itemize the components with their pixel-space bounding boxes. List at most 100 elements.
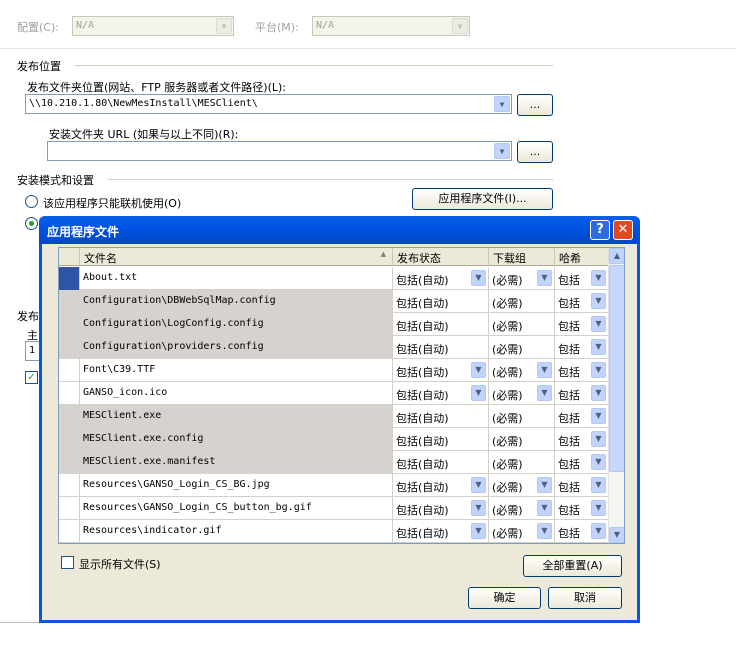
file-name-cell[interactable]: Configuration\LogConfig.config: [80, 313, 393, 336]
file-name-cell[interactable]: Font\C39.TTF: [80, 359, 393, 382]
help-button[interactable]: ?: [590, 220, 610, 240]
chevron-down-icon[interactable]: ▼: [471, 270, 486, 286]
download-group-cell[interactable]: (必需): [489, 405, 555, 428]
scroll-thumb[interactable]: [609, 265, 624, 472]
publish-status-cell[interactable]: 包括(自动): [393, 405, 489, 428]
table-row[interactable]: About.txt 包括(自动) ▼ (必需) ▼ 包括 ▼: [59, 267, 609, 290]
chevron-down-icon[interactable]: ▼: [471, 362, 486, 378]
table-row[interactable]: MESClient.exe.config 包括(自动) (必需) 包括 ▼: [59, 428, 609, 451]
publish-status-cell[interactable]: 包括(自动) ▼: [393, 520, 489, 543]
column-header-group[interactable]: 下载组: [489, 248, 555, 266]
chevron-down-icon[interactable]: ▼: [591, 362, 606, 378]
publish-status-cell[interactable]: 包括(自动) ▼: [393, 474, 489, 497]
download-group-cell[interactable]: (必需) ▼: [489, 474, 555, 497]
chevron-down-icon[interactable]: ▼: [537, 385, 552, 401]
hash-cell[interactable]: 包括 ▼: [555, 382, 609, 405]
table-row[interactable]: MESClient.exe 包括(自动) (必需) 包括 ▼: [59, 405, 609, 428]
hash-cell[interactable]: 包括 ▼: [555, 290, 609, 313]
file-name-cell[interactable]: MESClient.exe.manifest: [80, 451, 393, 474]
row-selector[interactable]: [59, 451, 80, 474]
publish-status-cell[interactable]: 包括(自动): [393, 451, 489, 474]
online-only-radio[interactable]: [25, 195, 38, 208]
file-name-cell[interactable]: GANSO_icon.ico: [80, 382, 393, 405]
table-row[interactable]: GANSO_icon.ico 包括(自动) ▼ (必需) ▼ 包括 ▼: [59, 382, 609, 405]
row-selector[interactable]: [59, 382, 80, 405]
install-url-input[interactable]: ▼: [47, 141, 512, 161]
chevron-down-icon[interactable]: ▼: [471, 385, 486, 401]
chevron-down-icon[interactable]: ▼: [591, 293, 606, 309]
publish-status-cell[interactable]: 包括(自动): [393, 428, 489, 451]
publish-status-cell[interactable]: 包括(自动) ▼: [393, 267, 489, 290]
chevron-down-icon[interactable]: ▼: [537, 270, 552, 286]
publish-status-cell[interactable]: 包括(自动): [393, 290, 489, 313]
chevron-down-icon[interactable]: ▼: [537, 523, 552, 539]
table-row[interactable]: Font\C39.TTF 包括(自动) ▼ (必需) ▼ 包括 ▼: [59, 359, 609, 382]
chevron-down-icon[interactable]: ▼: [591, 339, 606, 355]
row-selector[interactable]: [59, 290, 80, 313]
chevron-down-icon[interactable]: ▼: [591, 431, 606, 447]
table-row[interactable]: MESClient.exe.manifest 包括(自动) (必需) 包括 ▼: [59, 451, 609, 474]
row-selector[interactable]: [59, 520, 80, 543]
download-group-cell[interactable]: (必需) ▼: [489, 359, 555, 382]
row-selector[interactable]: [59, 405, 80, 428]
download-group-cell[interactable]: (必需) ▼: [489, 267, 555, 290]
hash-cell[interactable]: 包括 ▼: [555, 451, 609, 474]
chevron-down-icon[interactable]: ▼: [471, 477, 486, 493]
column-header-hash[interactable]: 哈希: [555, 248, 609, 266]
publish-status-cell[interactable]: 包括(自动) ▼: [393, 359, 489, 382]
chevron-down-icon[interactable]: ▼: [591, 408, 606, 424]
download-group-cell[interactable]: (必需) ▼: [489, 497, 555, 520]
hash-cell[interactable]: 包括 ▼: [555, 359, 609, 382]
publish-status-cell[interactable]: 包括(自动): [393, 313, 489, 336]
scroll-up-icon[interactable]: ▲: [609, 248, 624, 264]
column-header-file[interactable]: 文件名 ▲: [80, 248, 393, 266]
file-name-cell[interactable]: MESClient.exe.config: [80, 428, 393, 451]
download-group-cell[interactable]: (必需): [489, 451, 555, 474]
column-header-status[interactable]: 发布状态: [393, 248, 489, 266]
browse-install-url-button[interactable]: ...: [517, 141, 553, 163]
chevron-down-icon[interactable]: ▼: [537, 362, 552, 378]
download-group-cell[interactable]: (必需): [489, 313, 555, 336]
file-name-cell[interactable]: MESClient.exe: [80, 405, 393, 428]
download-group-cell[interactable]: (必需) ▼: [489, 520, 555, 543]
browse-publish-button[interactable]: ...: [517, 94, 553, 116]
table-row[interactable]: Resources\indicator.gif 包括(自动) ▼ (必需) ▼ 包括 ▼: [59, 520, 609, 543]
chevron-down-icon[interactable]: ▼: [591, 316, 606, 332]
close-button[interactable]: ✕: [613, 220, 633, 240]
hash-cell[interactable]: 包括 ▼: [555, 405, 609, 428]
scroll-down-icon[interactable]: ▼: [609, 527, 624, 543]
hash-cell[interactable]: 包括 ▼: [555, 267, 609, 290]
download-group-cell[interactable]: (必需) ▼: [489, 382, 555, 405]
row-selector[interactable]: [59, 428, 80, 451]
dialog-titlebar[interactable]: 应用程序文件 ? ✕: [39, 216, 640, 244]
chevron-down-icon[interactable]: ▼: [471, 500, 486, 516]
show-all-files-checkbox[interactable]: [61, 556, 74, 569]
hash-cell[interactable]: 包括 ▼: [555, 474, 609, 497]
cancel-button[interactable]: 取消: [548, 587, 622, 609]
row-selector[interactable]: [59, 313, 80, 336]
offline-radio[interactable]: [25, 217, 38, 230]
chevron-down-icon[interactable]: ▼: [591, 385, 606, 401]
row-selector[interactable]: [59, 267, 80, 290]
row-selector[interactable]: [59, 359, 80, 382]
publish-status-cell[interactable]: 包括(自动) ▼: [393, 497, 489, 520]
chevron-down-icon[interactable]: ▼: [591, 477, 606, 493]
file-name-cell[interactable]: About.txt: [80, 267, 393, 290]
download-group-cell[interactable]: (必需): [489, 336, 555, 359]
file-name-cell[interactable]: Configuration\providers.config: [80, 336, 393, 359]
table-row[interactable]: Configuration\DBWebSqlMap.config 包括(自动) (必…: [59, 290, 609, 313]
chevron-down-icon[interactable]: ▼: [591, 270, 606, 286]
publish-status-cell[interactable]: 包括(自动): [393, 336, 489, 359]
table-row[interactable]: Configuration\providers.config 包括(自动) (必需)…: [59, 336, 609, 359]
config-select[interactable]: N/A ▼: [72, 16, 234, 36]
hash-cell[interactable]: 包括 ▼: [555, 520, 609, 543]
file-name-cell[interactable]: Configuration\DBWebSqlMap.config: [80, 290, 393, 313]
table-row[interactable]: Resources\GANSO_Login_CS_BG.jpg 包括(自动) ▼ (必…: [59, 474, 609, 497]
table-row[interactable]: Resources\GANSO_Login_CS_button_bg.gif 包括…: [59, 497, 609, 520]
hash-cell[interactable]: 包括 ▼: [555, 336, 609, 359]
chevron-down-icon[interactable]: ▼: [591, 454, 606, 470]
chevron-down-icon[interactable]: ▼: [537, 500, 552, 516]
hash-cell[interactable]: 包括 ▼: [555, 497, 609, 520]
reset-all-button[interactable]: 全部重置(A): [523, 555, 622, 577]
publish-status-cell[interactable]: 包括(自动) ▼: [393, 382, 489, 405]
